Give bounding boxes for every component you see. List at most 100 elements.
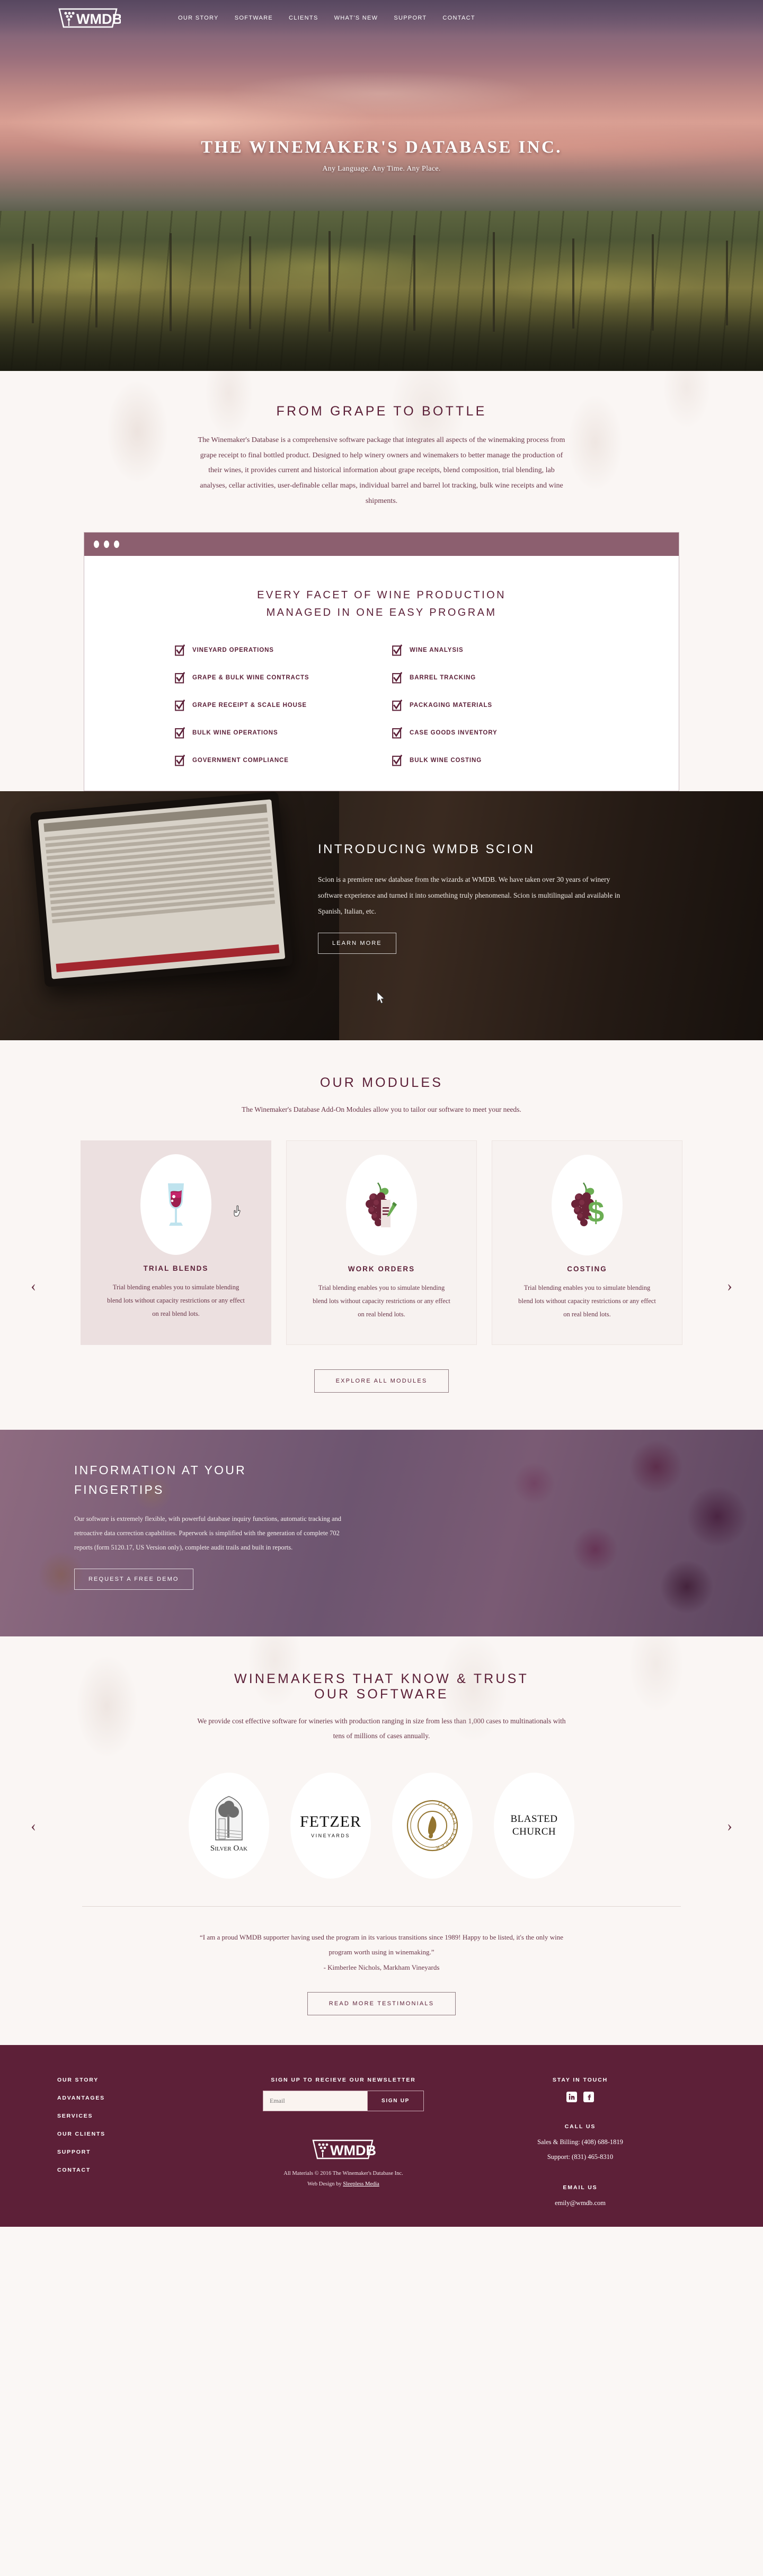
module-card-costing[interactable]: $ COSTING Trial blending enables you to … <box>492 1140 682 1345</box>
footer-logo: WMDB <box>232 2138 455 2161</box>
clients-heading-line-1: WINEMAKERS THAT KNOW & TRUST <box>234 1671 529 1686</box>
nav-item-contact[interactable]: CONTACT <box>442 15 475 21</box>
footer-credit: Web Design by Sleepless Media <box>232 2179 455 2190</box>
carousel-next-arrow[interactable]: › <box>727 1278 732 1294</box>
grapes-document-icon <box>366 1182 397 1227</box>
email-input[interactable] <box>263 2091 367 2111</box>
call-us-heading: CALL US <box>564 2123 596 2130</box>
signup-button[interactable]: SIGN UP <box>367 2091 423 2111</box>
wine-glass-icon <box>168 1183 184 1226</box>
nav-item-our-story[interactable]: OUR STORY <box>178 15 219 21</box>
main-nav: OUR STORY SOFTWARE CLIENTS WHAT'S NEW SU… <box>178 15 475 21</box>
testimonial-quote: “I am a proud WMDB supporter having used… <box>200 1933 563 1956</box>
carousel-prev-arrow[interactable]: ‹ <box>31 1278 36 1294</box>
module-icon-wrapper <box>346 1154 417 1255</box>
mouse-pointer-cursor-icon <box>377 992 385 1004</box>
footer-link-contact[interactable]: CONTACT <box>57 2167 232 2173</box>
phone-sales: Sales & Billing: (408) 688-1819 <box>537 2138 623 2146</box>
feature-item: BULK WINE OPERATIONS <box>175 727 371 739</box>
newsletter-signup-form: SIGN UP <box>263 2090 424 2111</box>
module-icon-wrapper <box>140 1154 211 1255</box>
browser-mockup-card: EVERY FACET OF WINE PRODUCTION MANAGED I… <box>84 532 679 792</box>
information-heading-line-1: INFORMATION AT YOUR <box>74 1463 246 1477</box>
footer-credit-link[interactable]: Sleepless Media <box>343 2181 379 2187</box>
information-section: INFORMATION AT YOUR FINGERTIPS Our softw… <box>0 1429 763 1636</box>
grape-section-heading: FROM GRAPE TO BOTTLE <box>276 404 487 419</box>
checkbox-checked-icon <box>392 727 402 739</box>
request-demo-button[interactable]: REQUEST A FREE DEMO <box>74 1569 193 1590</box>
footer-newsletter-column: SIGN UP TO RECIEVE OUR NEWSLETTER SIGN U… <box>232 2077 455 2210</box>
browser-dot-minimize <box>104 541 109 548</box>
footer-link-support[interactable]: SUPPORT <box>57 2149 232 2155</box>
client-logos-row: SILVER OAK FETZER VINEYARDS GLORIA FERRE… <box>0 1773 763 1879</box>
tablet-screen <box>38 799 286 979</box>
client-logo-fetzer-sub: VINEYARDS <box>311 1833 350 1839</box>
browser-dot-maximize <box>114 541 119 548</box>
email-address[interactable]: emily@wmdb.com <box>455 2197 706 2210</box>
browser-heading-line-2: MANAGED IN ONE EASY PROGRAM <box>266 606 497 618</box>
client-logo-gloria-ferrer[interactable]: GLORIA FERRER <box>392 1773 473 1879</box>
footer-link-services[interactable]: SERVICES <box>57 2113 232 2119</box>
modules-carousel: ‹ › TRIAL BLENDS Trial blending enables … <box>0 1140 763 1345</box>
explore-all-modules-button[interactable]: EXPLORE ALL MODULES <box>314 1369 449 1393</box>
modules-section: OUR MODULES The Winemaker's Database Add… <box>0 1040 763 1430</box>
learn-more-button[interactable]: LEARN MORE <box>318 933 396 954</box>
module-description: Trial blending enables you to simulate b… <box>107 1283 245 1317</box>
feature-label: VINEYARD OPERATIONS <box>192 647 274 654</box>
section-divider <box>82 1906 681 1907</box>
footer-credit-prefix: Web Design by <box>307 2181 343 2187</box>
feature-label: GOVERNMENT COMPLIANCE <box>192 757 289 764</box>
scion-body: Scion is a premiere new database from th… <box>318 875 620 915</box>
feature-item: WINE ANALYSIS <box>392 644 588 656</box>
feature-label: BULK WINE COSTING <box>410 757 482 764</box>
grapes-dollar-icon: $ <box>571 1182 604 1228</box>
modules-lede: The Winemaker's Database Add-On Modules … <box>242 1105 521 1114</box>
footer-link-our-story[interactable]: OUR STORY <box>57 2077 232 2083</box>
checkbox-checked-icon <box>392 672 402 684</box>
checkbox-checked-icon <box>175 644 185 656</box>
module-description: Trial blending enables you to simulate b… <box>313 1283 450 1318</box>
client-logo-silver-oak[interactable]: SILVER OAK <box>189 1773 269 1879</box>
feature-item: VINEYARD OPERATIONS <box>175 644 371 656</box>
grape-section-body: The Winemaker's Database is a comprehens… <box>198 436 565 505</box>
nav-item-whats-new[interactable]: WHAT'S NEW <box>334 15 378 21</box>
email-us-block: EMAIL US emily@wmdb.com <box>455 2184 706 2210</box>
social-links <box>455 2091 706 2102</box>
footer-contact-column: STAY IN TOUCH CALL US Sales & Billing: (… <box>455 2077 706 2210</box>
module-title: TRIAL BLENDS <box>143 1264 209 1272</box>
silver-oak-logo: SILVER OAK <box>210 1796 247 1853</box>
svg-text:SILVER OAK: SILVER OAK <box>210 1844 247 1853</box>
read-more-testimonials-button[interactable]: READ MORE TESTIMONIALS <box>307 1991 456 2015</box>
footer-link-advantages[interactable]: ADVANTAGES <box>57 2095 232 2101</box>
page-root: WMDB OUR STORY SOFTWARE CLIENTS WHAT'S N… <box>0 0 763 2227</box>
hand-pointer-cursor-icon <box>234 1205 241 1217</box>
scion-content: INTRODUCING WMDB SCION Scion is a premie… <box>318 842 646 1004</box>
module-card-work-orders[interactable]: WORK ORDERS Trial blending enables you t… <box>286 1140 477 1345</box>
browser-heading-line-1: EVERY FACET OF WINE PRODUCTION <box>257 589 506 601</box>
nav-item-software[interactable]: SOFTWARE <box>235 15 273 21</box>
footer-links: OUR STORY ADVANTAGES SERVICES OUR CLIENT… <box>57 2077 232 2210</box>
client-logo-blasted-church[interactable]: BLASTED CHURCH <box>494 1773 574 1879</box>
nav-item-support[interactable]: SUPPORT <box>394 15 427 21</box>
browser-title-bar <box>84 533 679 556</box>
facebook-icon[interactable] <box>583 2091 594 2102</box>
browser-content: EVERY FACET OF WINE PRODUCTION MANAGED I… <box>84 556 679 791</box>
feature-item: BARREL TRACKING <box>392 672 588 684</box>
checkbox-checked-icon <box>175 727 185 739</box>
hero-section: WMDB OUR STORY SOFTWARE CLIENTS WHAT'S N… <box>0 0 763 371</box>
footer-link-our-clients[interactable]: OUR CLIENTS <box>57 2131 232 2137</box>
feature-item: GOVERNMENT COMPLIANCE <box>175 755 371 766</box>
scion-heading: INTRODUCING WMDB SCION <box>318 842 535 857</box>
client-logo-fetzer-name: FETZER <box>300 1813 361 1831</box>
site-footer: OUR STORY ADVANTAGES SERVICES OUR CLIENT… <box>0 2044 763 2227</box>
hero-content: THE WINEMAKER'S DATABASE INC. Any Langua… <box>0 138 763 173</box>
client-logo-blasted-church-name: BLASTED CHURCH <box>510 1813 558 1838</box>
site-logo[interactable]: WMDB <box>57 7 121 29</box>
modules-card-list: TRIAL BLENDS Trial blending enables you … <box>0 1140 763 1345</box>
nav-item-clients[interactable]: CLIENTS <box>289 15 318 21</box>
linkedin-icon[interactable] <box>566 2091 577 2102</box>
module-card-trial-blends[interactable]: TRIAL BLENDS Trial blending enables you … <box>81 1140 271 1345</box>
vineyard-posts <box>0 212 763 344</box>
clients-heading: WINEMAKERS THAT KNOW & TRUST OUR SOFTWAR… <box>0 1671 763 1702</box>
client-logo-fetzer[interactable]: FETZER VINEYARDS <box>290 1773 371 1879</box>
